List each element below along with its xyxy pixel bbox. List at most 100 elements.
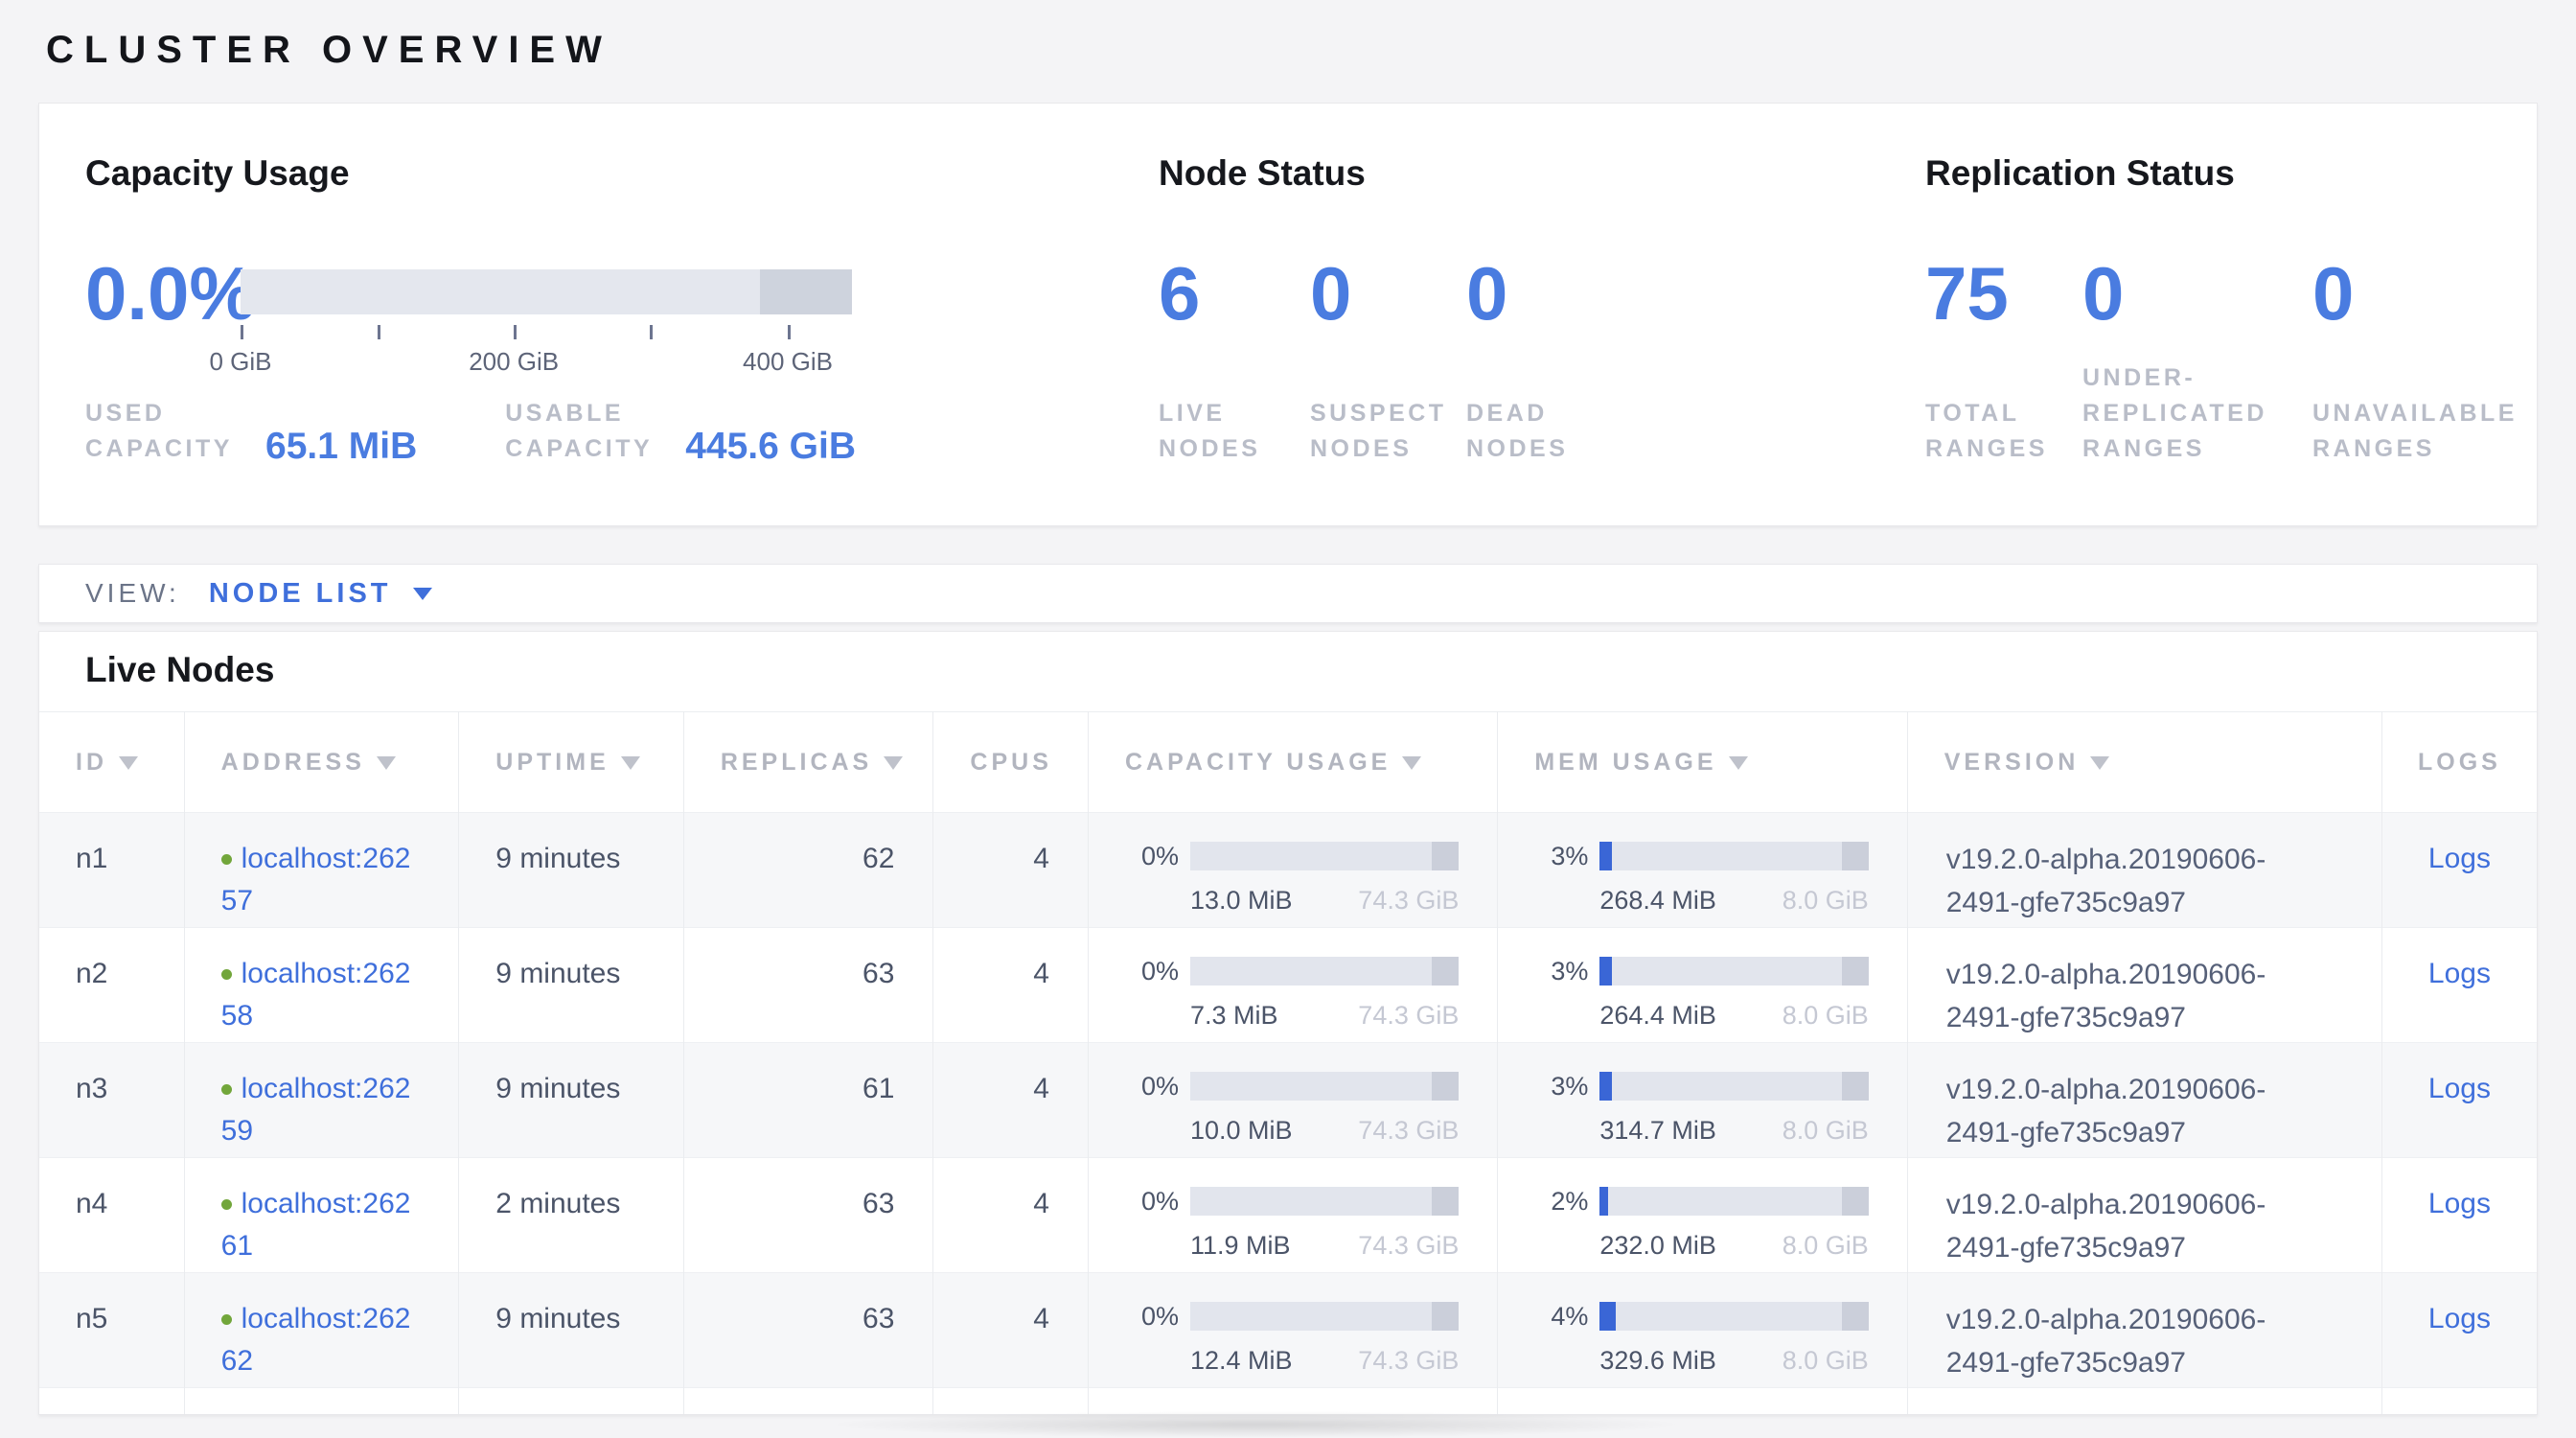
axis-tick <box>650 325 653 339</box>
uptime-cell: 9 minutes <box>459 1043 684 1158</box>
capacity-gauge-track <box>241 269 852 314</box>
usage-bar-fill <box>1599 957 1612 986</box>
capacity-usage-cell: 0% 7.3 MiB 74.3 GiB <box>1088 928 1497 1043</box>
logs-link[interactable]: Logs <box>2428 843 2491 874</box>
uptime-cell: 9 minutes <box>459 928 684 1043</box>
stat-label: TOTAL RANGES <box>1925 396 2050 467</box>
address-link[interactable]: localhost:26261 <box>221 1188 411 1262</box>
usage-bar-reserved <box>1842 1072 1869 1101</box>
cpus-cell: 4 <box>933 1043 1089 1158</box>
table-row: n5 localhost:26262 9 minutes 63 4 0% 12.… <box>39 1273 2537 1388</box>
capacity-usage-bar <box>1190 1302 1459 1331</box>
node-status-section: Node Status 6 LIVE NODES 0 SUSPECT NODES… <box>1159 151 1925 467</box>
address-link[interactable]: localhost:26258 <box>221 958 411 1032</box>
logs-link[interactable]: Logs <box>2428 958 2491 989</box>
table-row-partial <box>39 1388 2537 1416</box>
mem-usage-bar <box>1599 1187 1868 1216</box>
capacity-usage-bar <box>1190 1072 1459 1101</box>
capacity-usage-cell: 0% 10.0 MiB 74.3 GiB <box>1088 1043 1497 1158</box>
usage-bar-reserved <box>1432 957 1459 986</box>
capacity-total-label: 74.3 GiB <box>1358 1001 1459 1030</box>
stat-value: 0 <box>2082 256 2312 331</box>
node-id-cell: n4 <box>39 1158 184 1273</box>
node-id-cell: n5 <box>39 1273 184 1388</box>
chevron-down-icon <box>413 588 432 600</box>
mem-used-label: 264.4 MiB <box>1599 1001 1716 1030</box>
address-link[interactable]: localhost:26259 <box>221 1073 411 1147</box>
column-header-address[interactable]: ADDRESS <box>184 712 459 813</box>
version-cell: v19.2.0-alpha.20190606-2491-gfe735c9a97 <box>1907 813 2381 928</box>
stat-value: 0 <box>1310 256 1466 331</box>
sort-arrow-icon <box>1402 756 1421 770</box>
node-id-cell: n3 <box>39 1043 184 1158</box>
column-header-version[interactable]: VERSION <box>1907 712 2381 813</box>
capacity-usage-bar <box>1190 842 1459 870</box>
column-header-mem-usage[interactable]: MEM USAGE <box>1498 712 1907 813</box>
address-cell: localhost:26259 <box>184 1043 459 1158</box>
address-link[interactable]: localhost:26262 <box>221 1303 411 1377</box>
capacity-percent-label: 0% <box>1127 1072 1179 1101</box>
metric-label: USED CAPACITY <box>85 396 244 467</box>
usage-bar-reserved <box>1432 842 1459 870</box>
table-row: n3 localhost:26259 9 minutes 61 4 0% 10.… <box>39 1043 2537 1158</box>
used-capacity-metric: USED CAPACITY 65.1 MiB <box>85 396 417 467</box>
node-list-dropdown[interactable]: NODE LIST <box>209 578 432 610</box>
capacity-total-label: 74.3 GiB <box>1358 1346 1459 1375</box>
capacity-used-label: 7.3 MiB <box>1190 1001 1278 1030</box>
mem-total-label: 8.0 GiB <box>1782 1231 1869 1260</box>
logs-cell: Logs <box>2381 1043 2537 1158</box>
axis-tick-label: 200 GiB <box>469 347 559 377</box>
logs-link[interactable]: Logs <box>2428 1073 2491 1104</box>
node-id-cell: n2 <box>39 928 184 1043</box>
capacity-used-label: 12.4 MiB <box>1190 1346 1293 1375</box>
logs-cell: Logs <box>2381 813 2537 928</box>
capacity-gauge-reserved <box>760 269 852 314</box>
address-link[interactable]: localhost:26257 <box>221 843 411 916</box>
usage-bar-fill <box>1599 842 1612 870</box>
mem-usage-bar <box>1599 957 1868 986</box>
replication-status-title: Replication Status <box>1925 151 2537 196</box>
metric-value: 65.1 MiB <box>265 427 417 467</box>
mem-usage-bar <box>1599 842 1868 870</box>
mem-total-label: 8.0 GiB <box>1782 886 1869 915</box>
node-status-title: Node Status <box>1159 151 1925 196</box>
version-cell: v19.2.0-alpha.20190606-2491-gfe735c9a97 <box>1907 1158 2381 1273</box>
version-cell: v19.2.0-alpha.20190606-2491-gfe735c9a97 <box>1907 928 2381 1043</box>
axis-tick <box>241 325 243 339</box>
mem-usage-cell: 4% 329.6 MiB 8.0 GiB <box>1498 1273 1907 1388</box>
sort-arrow-icon <box>119 756 138 770</box>
axis-tick <box>788 325 791 339</box>
usage-bar-reserved <box>1842 842 1869 870</box>
column-header-capacity-usage[interactable]: CAPACITY USAGE <box>1088 712 1497 813</box>
live-nodes-panel: Live Nodes ID ADDRESS UPTIME REPLICAS CP… <box>38 631 2538 1415</box>
column-header-cpus: CPUS <box>933 712 1089 813</box>
usage-bar-fill <box>1599 1072 1612 1101</box>
usage-bar-reserved <box>1842 1187 1869 1216</box>
sort-arrow-icon <box>884 756 903 770</box>
capacity-percent-label: 0% <box>1127 1187 1179 1216</box>
capacity-axis <box>241 325 852 340</box>
capacity-usage-bar <box>1190 1187 1459 1216</box>
mem-used-label: 329.6 MiB <box>1599 1346 1716 1375</box>
mem-percent-label: 3% <box>1536 1072 1588 1101</box>
table-row: n2 localhost:26258 9 minutes 63 4 0% 7.3… <box>39 928 2537 1043</box>
unavailable-ranges-stat: 0 UNAVAILABLE RANGES <box>2312 256 2576 467</box>
stat-label: SUSPECT NODES <box>1310 396 1444 467</box>
stat-label: LIVE NODES <box>1159 396 1293 467</box>
cpus-cell: 4 <box>933 1273 1089 1388</box>
axis-tick-label: 0 GiB <box>209 347 271 377</box>
node-live-dot <box>221 854 232 865</box>
sort-arrow-icon <box>621 756 640 770</box>
uptime-cell: 9 minutes <box>459 1273 684 1388</box>
logs-link[interactable]: Logs <box>2428 1188 2491 1219</box>
capacity-gauge: 0 GiB 200 GiB 400 GiB <box>241 256 852 376</box>
column-header-replicas[interactable]: REPLICAS <box>683 712 933 813</box>
dead-nodes-stat: 0 DEAD NODES <box>1466 256 1677 467</box>
logs-link[interactable]: Logs <box>2428 1303 2491 1334</box>
sort-arrow-icon <box>2090 756 2109 770</box>
column-header-id[interactable]: ID <box>39 712 184 813</box>
mem-percent-label: 2% <box>1536 1187 1588 1216</box>
address-cell: localhost:26258 <box>184 928 459 1043</box>
mem-usage-bar <box>1599 1302 1868 1331</box>
column-header-uptime[interactable]: UPTIME <box>459 712 684 813</box>
